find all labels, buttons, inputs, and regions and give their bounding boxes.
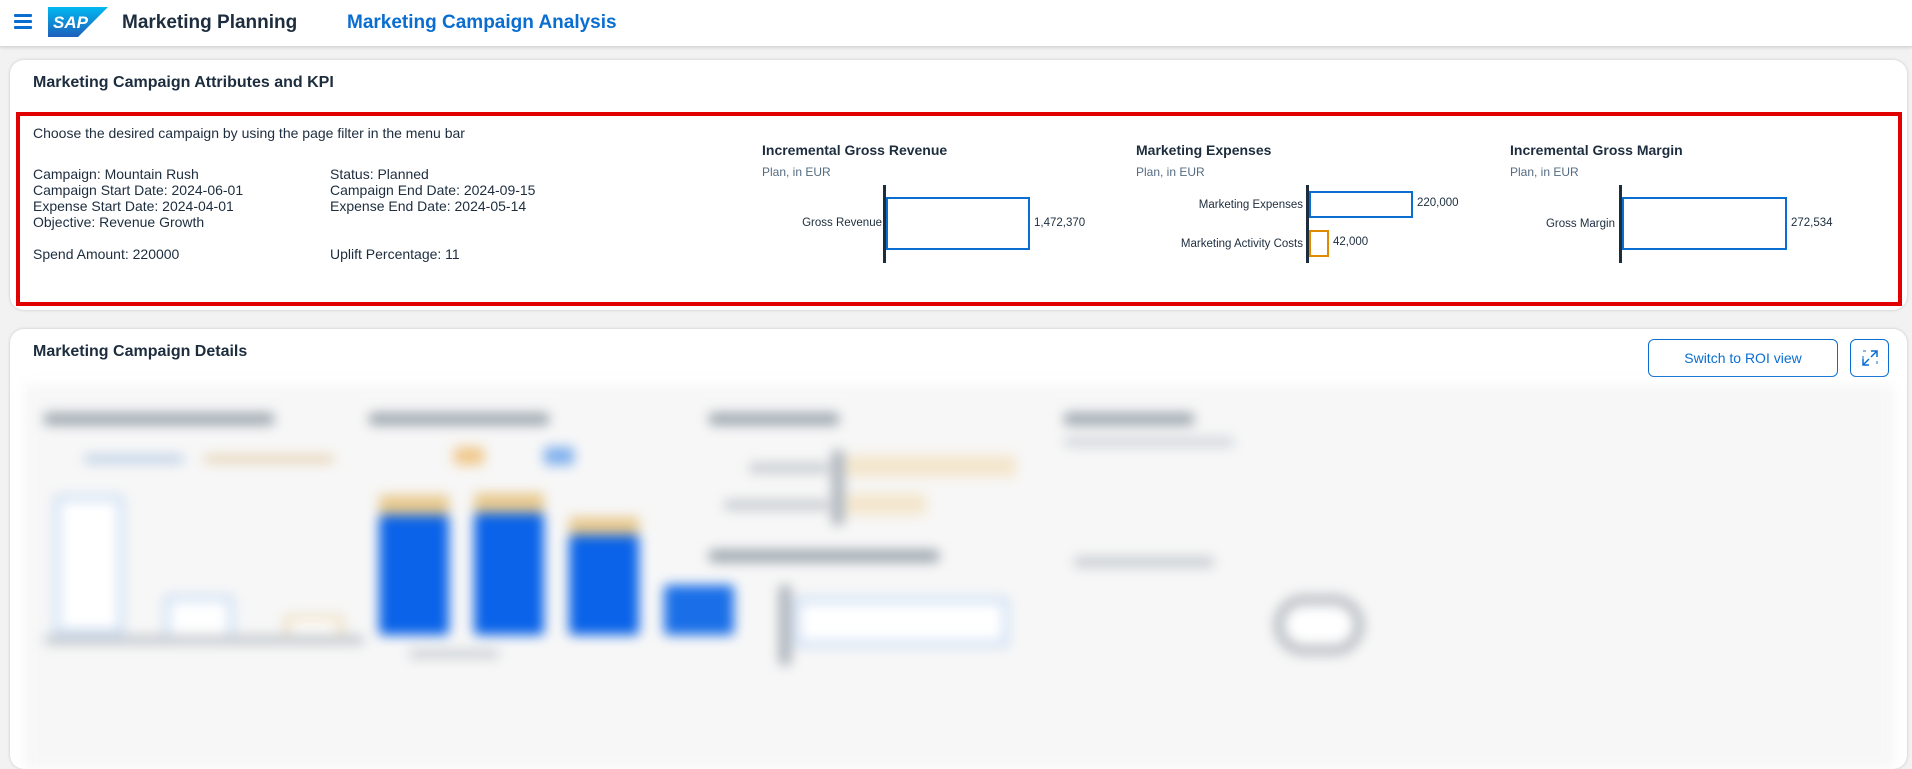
expense-end-date: Expense End Date: 2024-05-14 xyxy=(330,198,527,214)
bar-value-label: 272,534 xyxy=(1791,217,1833,229)
spend-amount: Spend Amount: 220000 xyxy=(33,246,180,262)
status: Status: Planned xyxy=(330,166,429,182)
objective: Objective: Revenue Growth xyxy=(33,214,205,230)
campaign-name: Campaign: Mountain Rush xyxy=(33,166,199,182)
bar-category-label: Gross Revenue xyxy=(802,217,882,229)
bar-marketing-activity-costs[interactable] xyxy=(1309,230,1329,257)
bar-category-label: Gross Margin xyxy=(1545,218,1615,230)
bar-gross-margin[interactable] xyxy=(1622,197,1787,250)
chart-subtitle: Plan, in EUR xyxy=(1510,165,1579,179)
expense-start-date: Expense Start Date: 2024-04-01 xyxy=(33,198,234,214)
app-title[interactable]: Marketing Planning xyxy=(122,12,297,34)
kpi-card-title: Marketing Campaign Attributes and KPI xyxy=(33,74,334,91)
blurred-content xyxy=(24,385,1894,769)
menu-icon[interactable] xyxy=(14,14,32,30)
chart-title: Marketing Expenses xyxy=(1136,142,1272,158)
sap-logo[interactable]: SAP xyxy=(48,7,108,37)
bar-value-label: 220,000 xyxy=(1417,197,1459,209)
chart-title: Incremental Gross Margin xyxy=(1510,142,1683,158)
campaign-end-date: Campaign End Date: 2024-09-15 xyxy=(330,182,536,198)
logo-text: SAP xyxy=(53,13,89,32)
bar-category-label: Marketing Expenses xyxy=(1198,199,1303,211)
switch-to-roi-button[interactable]: Switch to ROI view xyxy=(1648,339,1838,377)
campaign-start-date: Campaign Start Date: 2024-06-01 xyxy=(33,182,244,198)
bar-marketing-expenses[interactable] xyxy=(1309,191,1413,218)
page-title: Marketing Campaign Analysis xyxy=(347,12,617,33)
kpi-card: Marketing Campaign Attributes and KPI Ch… xyxy=(10,60,1907,310)
bar-value-label: 42,000 xyxy=(1333,236,1369,248)
details-card-title: Marketing Campaign Details xyxy=(33,343,248,360)
expand-button[interactable] xyxy=(1850,339,1889,377)
expand-icon xyxy=(1861,350,1878,366)
bar-value-label: 1,472,370 xyxy=(1034,217,1086,229)
instruction-text: Choose the desired campaign by using the… xyxy=(33,125,465,141)
bar-category-label: Marketing Activity Costs xyxy=(1180,238,1303,250)
chart-title: Incremental Gross Revenue xyxy=(762,142,948,158)
chart-subtitle: Plan, in EUR xyxy=(1136,165,1205,179)
bar-gross-revenue[interactable] xyxy=(886,197,1030,250)
chart-subtitle: Plan, in EUR xyxy=(762,165,831,179)
uplift-percentage: Uplift Percentage: 11 xyxy=(330,246,460,262)
shell-bar: SAP Marketing Planning Marketing Campaig… xyxy=(0,0,1912,47)
details-card: Marketing Campaign Details Switch to ROI… xyxy=(10,329,1907,769)
